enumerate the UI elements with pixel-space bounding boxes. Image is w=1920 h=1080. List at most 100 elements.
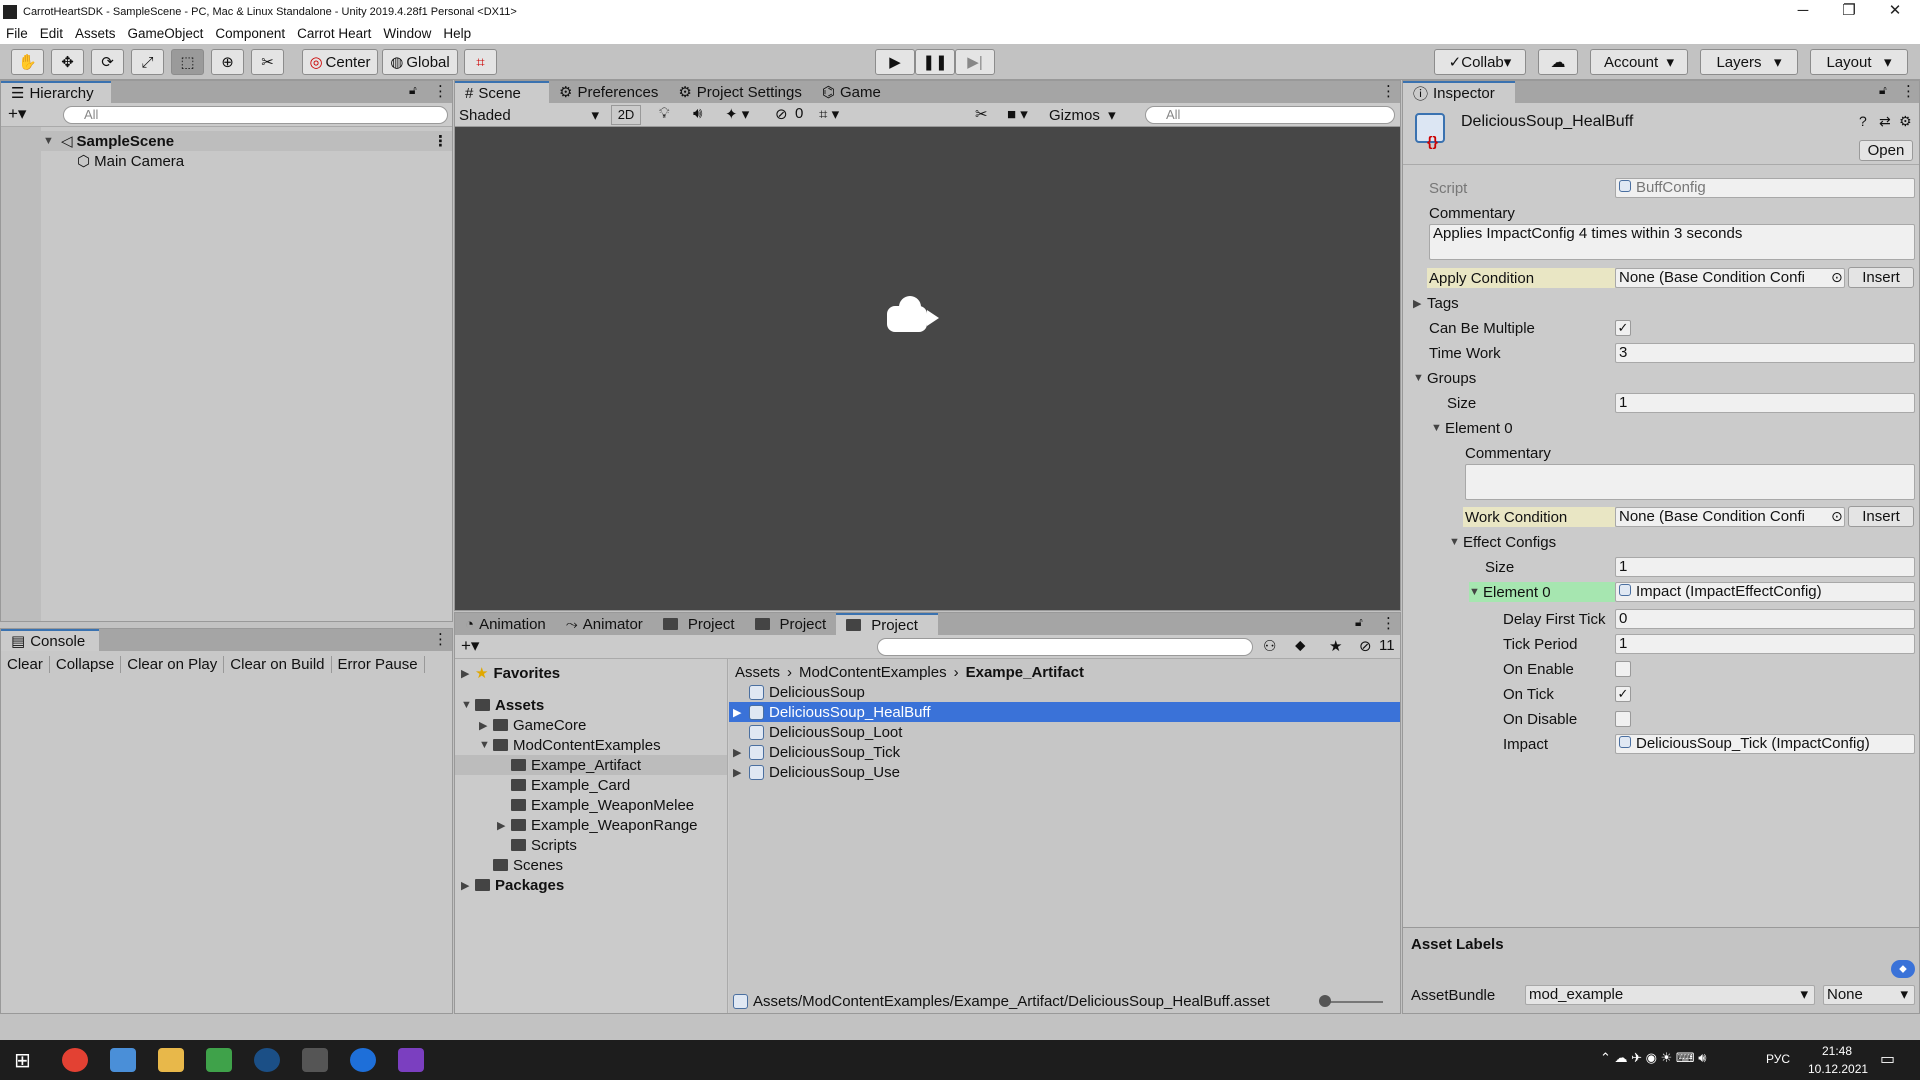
account-dropdown[interactable]: Account ▾ — [1590, 49, 1688, 75]
tab-project-1[interactable]: Project — [653, 613, 745, 635]
tree-item-selected[interactable]: Exampe_Artifact — [455, 755, 727, 775]
breadcrumb-exampe-artifact[interactable]: Exampe_Artifact — [966, 664, 1084, 681]
keyboard-language[interactable]: РУС — [1766, 1052, 1790, 1066]
tab-hierarchy[interactable]: ☰ Hierarchy — [1, 81, 111, 103]
hierarchy-search-input[interactable]: All — [63, 106, 448, 124]
menu-kebab-icon[interactable]: ⋮ — [433, 82, 448, 100]
create-icon[interactable]: +▾ — [461, 636, 479, 656]
search-by-type-icon[interactable]: ⚇ — [1263, 637, 1276, 655]
menu-kebab-icon[interactable]: ⋮ — [433, 630, 448, 648]
tray-time[interactable]: 21:48 — [1822, 1044, 1852, 1058]
impact-field[interactable]: DeliciousSoup_Tick (ImpactConfig) — [1615, 734, 1915, 754]
tree-item[interactable]: Scenes — [493, 855, 563, 875]
tree-item[interactable]: Scripts — [511, 835, 577, 855]
icon-size-slider-handle[interactable] — [1319, 995, 1331, 1007]
create-icon[interactable]: +▾ — [8, 104, 26, 124]
assets-row[interactable]: ▼ Assets — [461, 695, 544, 715]
object-picker-icon[interactable]: ⊙ — [1831, 508, 1843, 525]
snap-icon[interactable]: ⌗ — [464, 49, 497, 75]
hierarchy-item[interactable]: ⬡ Main Camera — [77, 151, 184, 171]
camera-icon[interactable]: ■ ▾ — [1007, 105, 1028, 123]
effect-element-0-foldout[interactable]: ▼ Element 0 — [1469, 582, 1615, 602]
menu-help[interactable]: Help — [437, 26, 477, 41]
explorer-window-icon[interactable] — [110, 1048, 136, 1072]
asset-item[interactable]: ▶ DeliciousSoup_Use — [733, 762, 900, 782]
file-explorer-icon[interactable] — [158, 1048, 184, 1072]
tray-icons[interactable]: ⌃ ☁ ✈ ◉ ☀ ⌨ 🔊︎ — [1600, 1050, 1706, 1066]
scene-row[interactable]: ▼ ◁ SampleScene ⋮ — [1, 131, 452, 151]
shading-dropdown[interactable]: Shaded ▾ — [459, 105, 605, 125]
favorites-row[interactable]: ▶ ★ Favorites — [461, 663, 560, 683]
tab-preferences[interactable]: ⚙ Preferences — [549, 81, 668, 103]
commentary-textarea[interactable]: Applies ImpactConfig 4 times within 3 se… — [1429, 224, 1915, 260]
tray-date[interactable]: 10.12.2021 — [1808, 1062, 1868, 1076]
asset-item[interactable]: DeliciousSoup_Loot — [749, 722, 902, 742]
tab-console[interactable]: ▤ Console — [1, 629, 99, 651]
menu-carrot-heart[interactable]: Carrot Heart — [291, 26, 377, 41]
maximize-button[interactable]: ❐ — [1826, 0, 1872, 23]
group-element-0-foldout[interactable]: ▼ Element 0 — [1431, 418, 1513, 438]
close-button[interactable]: ✕ — [1872, 0, 1918, 23]
menu-edit[interactable]: Edit — [34, 26, 69, 41]
layout-dropdown[interactable]: Layout ▾ — [1810, 49, 1908, 75]
menu-kebab-icon[interactable]: ⋮ — [1901, 82, 1916, 100]
tab-scene[interactable]: # Scene — [455, 81, 549, 103]
hidden-objects-icon[interactable]: ⊘ — [775, 105, 788, 123]
pivot-center-button[interactable]: ◎ Center — [302, 49, 378, 75]
collapse-button[interactable]: Collapse — [50, 655, 122, 673]
camera-gizmo-icon[interactable] — [887, 296, 947, 336]
asset-item[interactable]: DeliciousSoup — [749, 682, 865, 702]
menu-component[interactable]: Component — [209, 26, 291, 41]
tab-project-settings[interactable]: ⚙ Project Settings — [668, 81, 812, 103]
tags-foldout[interactable]: ▶ Tags — [1413, 293, 1459, 313]
collab-button[interactable]: ✓ Collab ▾ — [1434, 49, 1526, 75]
can-be-multiple-checkbox[interactable]: ✓ — [1615, 320, 1631, 336]
time-work-field[interactable]: 3 — [1615, 343, 1915, 363]
steam-icon[interactable] — [254, 1048, 280, 1072]
settings-gear-icon[interactable]: ⚙ — [1899, 113, 1912, 130]
work-condition-insert-button[interactable]: Insert — [1848, 506, 1914, 527]
work-condition-field[interactable]: None (Base Condition Confi — [1615, 507, 1845, 527]
tree-item[interactable]: Example_WeaponMelee — [511, 795, 694, 815]
delay-first-tick-field[interactable]: 0 — [1615, 609, 1915, 629]
breadcrumb-modcontentexamples[interactable]: ModContentExamples — [799, 664, 947, 681]
tree-item[interactable]: ▼ ModContentExamples — [479, 735, 661, 755]
packages-row[interactable]: ▶ Packages — [461, 875, 564, 895]
gizmos-dropdown[interactable]: Gizmos ▾ — [1049, 105, 1127, 125]
custom-tool-icon[interactable]: ✂ — [251, 49, 284, 75]
chrome-icon[interactable] — [62, 1048, 88, 1072]
rotate-tool-icon[interactable]: ⟳ — [91, 49, 124, 75]
star-icon[interactable]: ★ — [1329, 637, 1342, 655]
menu-assets[interactable]: Assets — [69, 26, 122, 41]
breadcrumb-assets[interactable]: Assets — [735, 664, 780, 681]
apply-condition-field[interactable]: None (Base Condition Confi — [1615, 268, 1845, 288]
pivot-global-button[interactable]: ◍ Global — [382, 49, 458, 75]
maps-icon[interactable] — [350, 1048, 376, 1072]
move-tool-icon[interactable]: ✥ — [51, 49, 84, 75]
tab-inspector[interactable]: ⓘ Inspector — [1403, 81, 1515, 103]
tab-project-2[interactable]: Project — [745, 613, 837, 635]
scene-kebab-icon[interactable]: ⋮ — [433, 132, 448, 150]
clear-button[interactable]: Clear — [1, 655, 50, 673]
menu-kebab-icon[interactable]: ⋮ — [1381, 82, 1396, 100]
unity-taskbar-icon[interactable] — [302, 1048, 328, 1072]
tab-game[interactable]: ⌬ Game — [812, 81, 891, 103]
effect-element-0-field[interactable]: Impact (ImpactEffectConfig) — [1615, 582, 1915, 602]
asset-item[interactable]: ▶ DeliciousSoup_Tick — [733, 742, 900, 762]
open-button[interactable]: Open — [1859, 140, 1913, 161]
tree-item[interactable]: ▶ Example_WeaponRange — [497, 815, 698, 835]
transform-tool-icon[interactable]: ⊕ — [211, 49, 244, 75]
clear-on-build-button[interactable]: Clear on Build — [224, 655, 332, 673]
menu-kebab-icon[interactable]: ⋮ — [1381, 614, 1396, 632]
minimize-button[interactable]: ─ — [1780, 0, 1826, 23]
help-icon[interactable]: ? — [1859, 113, 1867, 129]
lock-icon[interactable]: 🔓︎ — [1355, 615, 1363, 630]
tag-icon[interactable]: ⬥ — [1891, 960, 1915, 978]
scale-tool-icon[interactable]: ⤢ — [131, 49, 164, 75]
2d-toggle[interactable]: 2D — [611, 105, 641, 125]
tab-animation[interactable]: ◔ Animation — [455, 613, 556, 635]
tab-project-3[interactable]: Project — [836, 613, 939, 635]
lock-icon[interactable]: 🔓︎ — [1879, 83, 1887, 98]
windows-start-icon[interactable]: ⊞ — [14, 1048, 31, 1073]
icon-size-slider[interactable] — [1323, 1001, 1383, 1003]
